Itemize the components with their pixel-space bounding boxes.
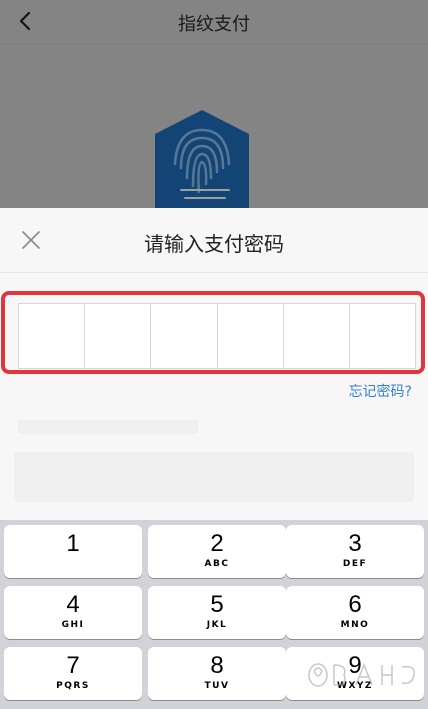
key-digit: 1 <box>66 530 80 557</box>
key-letters: MNO <box>340 620 370 630</box>
sheet-header: 请输入支付密码 <box>0 208 428 273</box>
password-digit-cell <box>350 304 415 368</box>
key-digit: 4 <box>66 591 80 618</box>
key-letters: PQRS <box>56 681 90 691</box>
forgot-password-link[interactable]: 忘记密码? <box>349 381 412 401</box>
key-5[interactable]: 5 JKL <box>148 586 286 639</box>
key-letters: ABC <box>204 559 230 569</box>
key-digit: 6 <box>348 591 362 618</box>
sheet-title: 请输入支付密码 <box>144 232 284 256</box>
key-1[interactable]: 1 <box>4 525 142 578</box>
password-digit-cell <box>218 304 284 368</box>
key-digit: 3 <box>348 530 362 557</box>
payment-password-sheet: 请输入支付密码 忘记密码? 1 2 ABC 3 DEF 4 GHI 5 JKL … <box>0 208 428 709</box>
key-digit: 8 <box>210 652 224 679</box>
watermark-logo <box>308 662 415 687</box>
key-8[interactable]: 8 TUV <box>148 647 286 700</box>
key-4[interactable]: 4 GHI <box>4 586 142 639</box>
key-letters: JKL <box>206 620 228 630</box>
key-digit: 2 <box>210 530 224 557</box>
key-7[interactable]: 7 PQRS <box>4 647 142 700</box>
key-3[interactable]: 3 DEF <box>286 525 424 578</box>
faded-button-placeholder <box>14 452 414 502</box>
password-digit-cell <box>85 304 152 368</box>
key-6[interactable]: 6 MNO <box>286 586 424 639</box>
password-input[interactable] <box>18 303 416 369</box>
key-letters: GHI <box>61 620 85 630</box>
key-digit: 7 <box>66 652 80 679</box>
key-digit: 5 <box>210 591 224 618</box>
key-letters: DEF <box>342 559 368 569</box>
password-digit-cell <box>151 304 218 368</box>
faded-text-placeholder <box>18 420 198 434</box>
password-digit-cell <box>284 304 350 368</box>
key-letters: TUV <box>204 681 230 691</box>
password-digit-cell <box>19 304 86 368</box>
key-2[interactable]: 2 ABC <box>148 525 286 578</box>
